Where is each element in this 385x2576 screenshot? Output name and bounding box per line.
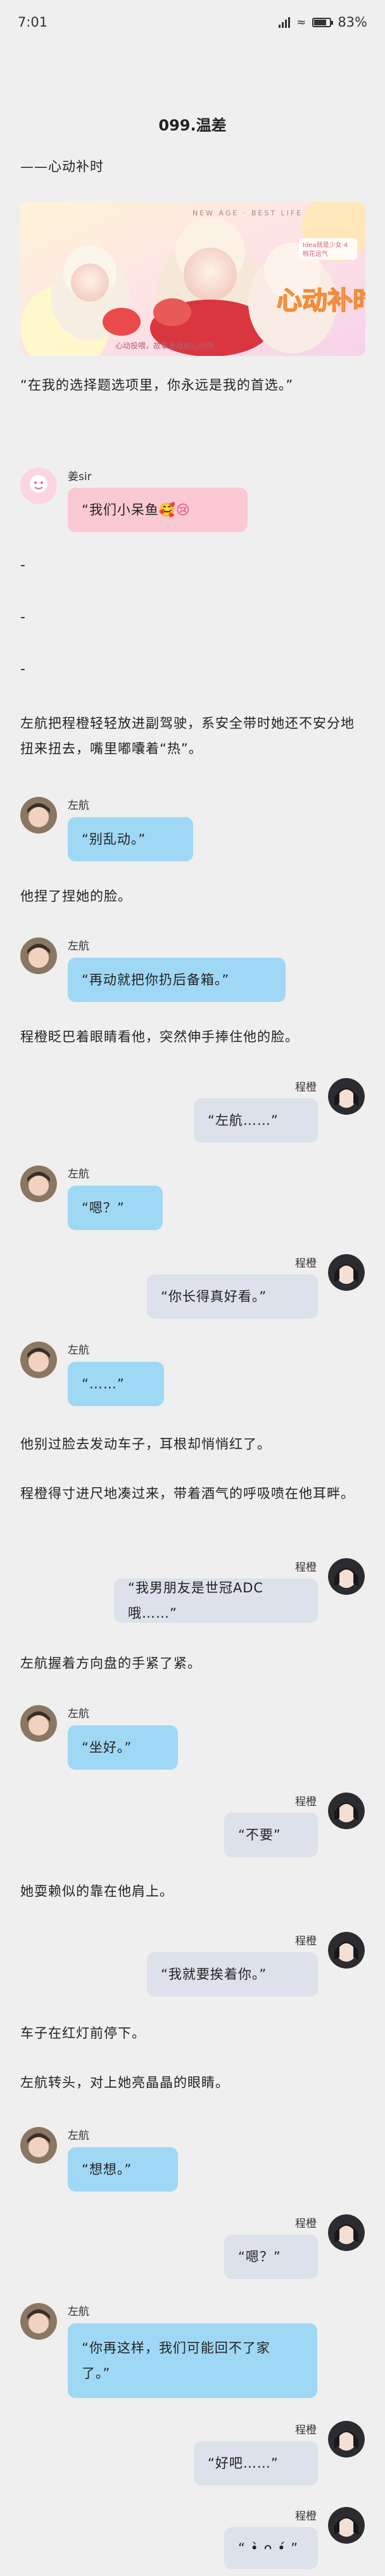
chengcheng-message-bubble: “左航……” bbox=[194, 1098, 318, 1143]
chengcheng-avatar[interactable] bbox=[328, 1078, 365, 1115]
banner-footer-text: 心动投喂，故事是我的心动啊 bbox=[115, 341, 214, 350]
zuohang-message-bubble: “你再这样，我们可能回不了家 了。” bbox=[68, 2323, 317, 2398]
message-text: 了。” bbox=[82, 2366, 111, 2381]
narration-paragraph: 左航握着方向盘的手紧了紧。 bbox=[20, 1656, 201, 1671]
message-text: “……” bbox=[82, 1376, 125, 1392]
message-text: “想想。” bbox=[82, 2162, 132, 2177]
separator-dash: - bbox=[20, 609, 25, 625]
author-name: 姜sir bbox=[68, 471, 92, 483]
chengcheng-name: 程橙 bbox=[295, 2510, 317, 2523]
message-text: “不要” bbox=[238, 1827, 281, 1843]
chengcheng-message-bubble: “我就要挨着你。” bbox=[147, 1952, 318, 1996]
message-text: “别乱动。” bbox=[82, 832, 146, 847]
status-icons: ≈ 83% bbox=[279, 15, 367, 30]
chengcheng-message-bubble: “你长得真好看。” bbox=[147, 1274, 318, 1319]
chengcheng-avatar[interactable] bbox=[328, 2421, 365, 2458]
chengcheng-name: 程橙 bbox=[295, 2424, 317, 2437]
banner-tag-line2: 桃花运气 bbox=[303, 250, 328, 258]
message-text: “嗯？” bbox=[82, 1200, 125, 1215]
battery-icon bbox=[312, 17, 334, 27]
narration-paragraph: 他别过脸去发动车子，耳根却悄悄红了。 bbox=[20, 1437, 271, 1452]
chengcheng-name: 程橙 bbox=[295, 1796, 317, 1808]
chengcheng-avatar[interactable] bbox=[328, 1254, 365, 1291]
message-text: “你再这样，我们可能回不了家 bbox=[82, 2340, 270, 2356]
heart-face-emoji-icon: 🥰😢 bbox=[158, 502, 191, 517]
author-message-text: “我们小呆鱼 bbox=[82, 502, 159, 517]
chengcheng-name: 程橙 bbox=[295, 2218, 317, 2230]
author-message-bubble: “我们小呆鱼 🥰😢 bbox=[68, 488, 248, 532]
banner-title-text: 心动补时 bbox=[277, 286, 365, 315]
chengcheng-message-bubble: “不要” bbox=[224, 1813, 318, 1857]
zuohang-avatar[interactable] bbox=[20, 1165, 57, 1202]
opening-quote: “在我的选择题选项里，你永远是我的首选。” bbox=[20, 378, 294, 393]
message-text: “坐好。” bbox=[82, 1740, 132, 1755]
message-text: “你长得真好看。” bbox=[161, 1289, 267, 1304]
zuohang-message-bubble: “……” bbox=[68, 1362, 164, 1406]
zuohang-name: 左航 bbox=[68, 2306, 89, 2318]
banner-illustration: NEW AGE · BEST LIFE Idea就是少女·4 桃花运气 心动补时… bbox=[20, 201, 365, 356]
message-text: “嗯？” bbox=[238, 2249, 281, 2264]
chengcheng-avatar[interactable] bbox=[328, 1932, 365, 1969]
battery-text: 83% bbox=[338, 15, 367, 30]
zuohang-avatar[interactable] bbox=[20, 2127, 57, 2164]
narration-paragraph: 她耍赖似的靠在他肩上。 bbox=[20, 1884, 174, 1899]
narration-paragraph: 程橙得寸进尺地凑过来，带着酒气的呼吸喷在他耳畔。 bbox=[20, 1486, 355, 1501]
chengcheng-name: 程橙 bbox=[295, 1561, 317, 1574]
zuohang-name: 左航 bbox=[68, 1168, 89, 1181]
chengcheng-message-bubble: “我男朋友是世冠ADC哦……” bbox=[114, 1578, 318, 1623]
message-text: “ •̀ ᴖ •́ ” bbox=[238, 2541, 299, 2556]
chengcheng-avatar[interactable] bbox=[328, 2214, 365, 2251]
zuohang-name: 左航 bbox=[68, 1344, 89, 1357]
zuohang-message-bubble: “别乱动。” bbox=[68, 817, 193, 861]
status-time: 7:01 bbox=[18, 15, 48, 30]
zuohang-avatar[interactable] bbox=[20, 1342, 57, 1378]
zuohang-name: 左航 bbox=[68, 799, 89, 812]
chengcheng-message-bubble: “ •̀ ᴖ •́ ” bbox=[224, 2527, 318, 2569]
zuohang-message-bubble: “想想。” bbox=[68, 2147, 178, 2192]
banner-tag-line1: Idea就是少女·4 bbox=[303, 241, 348, 249]
narration-paragraph: 左航把程橙轻轻放进副驾驶，系安全带时她还不安分地扭来扭去，嘴里嘟囔着“热”。 bbox=[20, 716, 355, 756]
banner-header-text: NEW AGE · BEST LIFE bbox=[192, 209, 303, 217]
chapter-banner-image: NEW AGE · BEST LIFE Idea就是少女·4 桃花运气 心动补时… bbox=[20, 201, 365, 356]
chapter-title: 099.温差 bbox=[158, 117, 227, 134]
message-text: “再动就把你扔后备箱。” bbox=[82, 972, 230, 987]
chengcheng-avatar[interactable] bbox=[328, 2507, 365, 2544]
narration-paragraph: 车子在红灯前停下。 bbox=[20, 2026, 146, 2041]
zuohang-name: 左航 bbox=[68, 1708, 89, 1720]
message-text: “左航……” bbox=[208, 1113, 279, 1128]
chengcheng-message-bubble: “好吧……” bbox=[194, 2441, 318, 2485]
narration-paragraph: 他捏了捏她的脸。 bbox=[20, 889, 132, 904]
chengcheng-name: 程橙 bbox=[295, 1081, 317, 1094]
separator-dash: - bbox=[20, 661, 25, 677]
status-bar: 7:01 ≈ 83% bbox=[0, 0, 385, 44]
author-avatar[interactable] bbox=[20, 467, 57, 504]
zuohang-message-bubble: “嗯？” bbox=[68, 1186, 163, 1230]
chengcheng-avatar[interactable] bbox=[328, 1558, 365, 1595]
zuohang-message-bubble: “再动就把你扔后备箱。” bbox=[68, 958, 286, 1002]
zuohang-avatar[interactable] bbox=[20, 797, 57, 834]
narration-paragraph: 左航转头，对上她亮晶晶的眼睛。 bbox=[20, 2075, 229, 2090]
message-text: “我就要挨着你。” bbox=[161, 1967, 267, 1982]
narration-paragraph: 程橙眨巴着眼睛看他，突然伸手捧住他的脸。 bbox=[20, 1029, 299, 1044]
message-text: “我男朋友是世冠ADC哦……” bbox=[128, 1580, 264, 1621]
chengcheng-name: 程橙 bbox=[295, 1935, 317, 1948]
chengcheng-name: 程橙 bbox=[295, 1257, 317, 1270]
separator-dash: - bbox=[20, 557, 25, 573]
zuohang-avatar[interactable] bbox=[20, 937, 57, 974]
zuohang-avatar[interactable] bbox=[20, 1705, 57, 1742]
wifi-icon: ≈ bbox=[296, 15, 306, 29]
message-text: “好吧……” bbox=[208, 2456, 279, 2471]
signal-icon bbox=[279, 16, 291, 28]
chengcheng-avatar[interactable] bbox=[328, 1792, 365, 1829]
zuohang-name: 左航 bbox=[68, 2129, 89, 2142]
zuohang-avatar[interactable] bbox=[20, 2303, 57, 2340]
chengcheng-message-bubble: “嗯？” bbox=[224, 2235, 318, 2279]
zuohang-message-bubble: “坐好。” bbox=[68, 1725, 178, 1770]
zuohang-name: 左航 bbox=[68, 940, 89, 953]
chapter-subtitle: ——心动补时 bbox=[20, 159, 104, 174]
